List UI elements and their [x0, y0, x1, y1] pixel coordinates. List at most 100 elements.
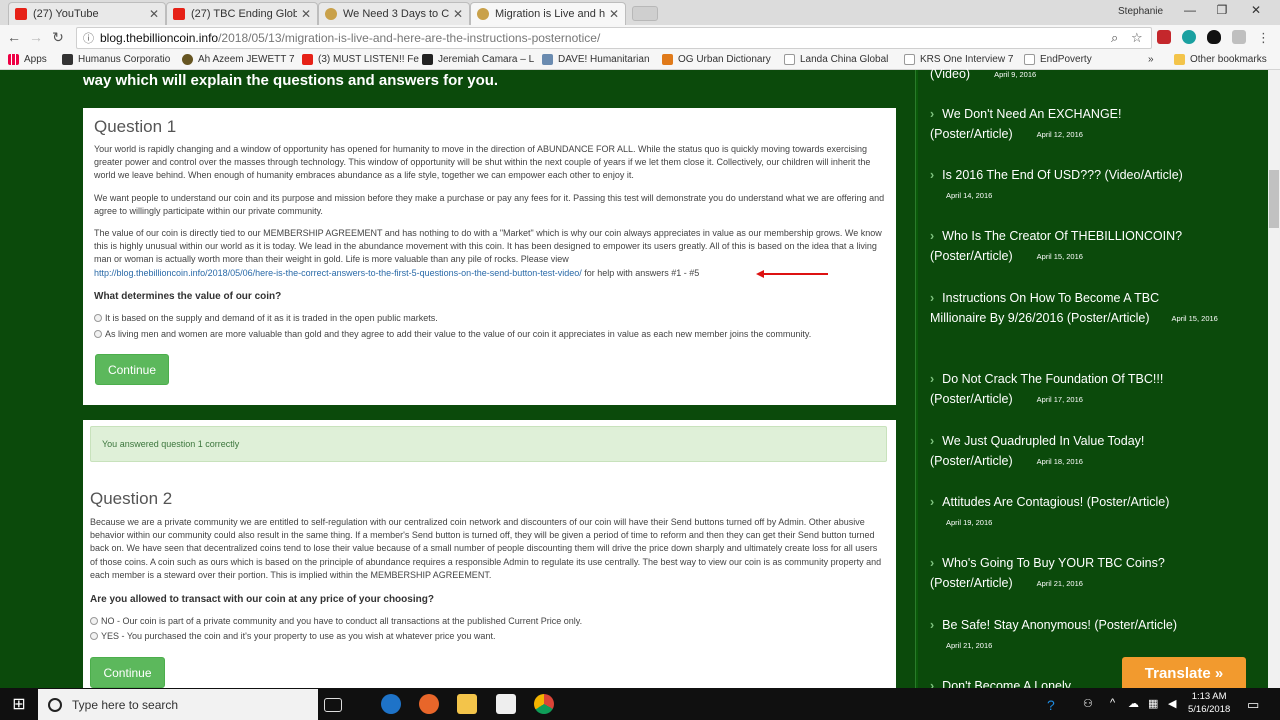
sidebar-post[interactable]: (Video) April 9, 2016: [930, 64, 1036, 85]
other-bookmarks[interactable]: Other bookmarks: [1174, 54, 1267, 65]
onedrive-icon[interactable]: ☁: [1128, 697, 1139, 710]
bookmark-item[interactable]: DAVE! Humanitarian: [542, 54, 650, 65]
bookmark-apps[interactable]: Apps: [8, 54, 47, 65]
post-title: We Just Quadrupled In Value Today!: [942, 434, 1145, 448]
post-title: Instructions On How To Become A TBC: [942, 291, 1160, 305]
option-label: NO - Our coin is part of a private commu…: [101, 616, 583, 626]
sidebar-post[interactable]: › Don't Become A Lonely Millionaire: [930, 676, 1130, 688]
bookmark-label: OG Urban Dictionary: [678, 54, 771, 65]
sidebar-post[interactable]: › Instructions On How To Become A TBC Mill…: [930, 288, 1260, 329]
sidebar-post[interactable]: › Be Safe! Stay Anonymous! (Poster/Articl…: [930, 615, 1260, 656]
taskbar-search[interactable]: Type here to search: [38, 689, 318, 720]
back-icon[interactable]: ←: [6, 29, 22, 45]
chrome-icon[interactable]: [534, 694, 554, 714]
bookmark-item[interactable]: Jeremiah Camara – L: [422, 54, 534, 65]
profile-name[interactable]: Stephanie: [1118, 6, 1163, 17]
bookmark-item[interactable]: Humanus Corporatio: [62, 54, 170, 65]
maximize-icon[interactable]: ❐: [1212, 3, 1232, 17]
ublock-icon[interactable]: [1157, 30, 1171, 44]
address-bar[interactable]: ⓘ blog.thebillioncoin.info /2018/05/13/m…: [76, 27, 1152, 49]
sidebar-post[interactable]: › We Don't Need An EXCHANGE! (Poster/Artic…: [930, 104, 1260, 145]
task-view-icon[interactable]: [324, 698, 342, 712]
scrollbar[interactable]: [1268, 70, 1280, 688]
radio-button[interactable]: [94, 314, 102, 322]
reload-icon[interactable]: ↻: [50, 29, 66, 46]
sidebar-post[interactable]: › Do Not Crack The Foundation Of TBC!!! (P…: [930, 369, 1260, 410]
post-title: Who's Going To Buy YOUR TBC Coins?: [942, 556, 1165, 570]
translate-button[interactable]: Translate »: [1122, 657, 1246, 689]
folder-icon: [1174, 54, 1185, 65]
clock-date: 5/16/2018: [1188, 704, 1231, 715]
bookmark-label: EndPoverty: [1040, 54, 1092, 65]
people-icon[interactable]: ⚇: [1083, 697, 1093, 710]
radio-button[interactable]: [90, 617, 98, 625]
post-title-suffix: (Poster/Article): [930, 392, 1013, 406]
volume-icon[interactable]: ◀: [1168, 697, 1176, 710]
tab-title: (27) TBC Ending Global P: [191, 8, 297, 20]
answer-option[interactable]: As living men and women are more valuabl…: [94, 329, 811, 339]
zoom-icon[interactable]: ⌕: [1111, 30, 1118, 46]
radio-button[interactable]: [90, 632, 98, 640]
bookmark-item[interactable]: Ah Azeem JEWETT 7: [182, 54, 295, 65]
tab-migration-live[interactable]: Migration is Live and here ✕: [470, 2, 626, 25]
sidebar-post[interactable]: › Attitudes Are Contagious! (Poster/Artic…: [930, 492, 1260, 533]
sidebar-post[interactable]: › We Just Quadrupled In Value Today! (Post…: [930, 431, 1260, 472]
forward-icon[interactable]: →: [28, 29, 44, 45]
windows-start-icon[interactable]: ⊞: [9, 694, 29, 714]
info-icon[interactable]: ⓘ: [83, 30, 94, 46]
bookmark-label: (3) MUST LISTEN!! Fe: [318, 54, 419, 65]
edge-icon[interactable]: [381, 694, 401, 714]
bookmark-icon: [422, 54, 433, 65]
new-tab-button[interactable]: [632, 6, 658, 21]
bookmark-item[interactable]: (3) MUST LISTEN!! Fe: [302, 54, 419, 65]
close-icon[interactable]: ✕: [301, 7, 311, 21]
question-1-paragraph: We want people to understand our coin an…: [94, 193, 885, 217]
bookmarks-bar: Apps Humanus Corporatio Ah Azeem JEWETT …: [0, 51, 1280, 70]
close-icon[interactable]: ✕: [609, 7, 619, 21]
help-icon[interactable]: ?: [1047, 697, 1055, 713]
sidebar-post[interactable]: › Who's Going To Buy YOUR TBC Coins? (Post…: [930, 553, 1260, 594]
continue-button[interactable]: Continue: [90, 657, 165, 688]
file-explorer-icon[interactable]: [457, 694, 477, 714]
post-date: April 15, 2016: [1036, 251, 1083, 261]
bookmark-icon: [662, 54, 673, 65]
youtube-icon: [173, 8, 185, 20]
tab-we-need-3-days[interactable]: We Need 3 Days to Catch ✕: [318, 2, 470, 25]
bookmark-label: Other bookmarks: [1190, 54, 1267, 65]
store-icon[interactable]: [496, 694, 516, 714]
question-1-paragraph: The value of our coin is directly tied t…: [94, 227, 886, 280]
sidebar-post[interactable]: › Is 2016 The End Of USD??? (Video/Articl…: [930, 165, 1260, 206]
firefox-icon[interactable]: [419, 694, 439, 714]
tab-youtube[interactable]: (27) YouTube ✕: [8, 2, 166, 25]
bookmarks-more[interactable]: »: [1148, 54, 1154, 65]
answer-option[interactable]: YES - You purchased the coin and it's yo…: [90, 631, 495, 641]
close-icon[interactable]: ✕: [453, 7, 463, 21]
tray-up-icon[interactable]: ^: [1110, 697, 1115, 709]
menu-icon[interactable]: ⋮: [1257, 30, 1270, 46]
tab-tbc-ending[interactable]: (27) TBC Ending Global P ✕: [166, 2, 318, 25]
bookmark-item[interactable]: Landa China Global: [784, 54, 888, 65]
bookmark-label: Jeremiah Camara – L: [438, 54, 535, 65]
notifications-icon[interactable]: ▭: [1247, 697, 1259, 713]
bookmark-item[interactable]: OG Urban Dictionary: [662, 54, 771, 65]
post-title-suffix: (Poster/Article): [930, 127, 1013, 141]
extension-icon[interactable]: [1232, 30, 1246, 44]
close-window-icon[interactable]: ✕: [1246, 3, 1266, 17]
minimize-icon[interactable]: —: [1180, 3, 1200, 17]
radio-button[interactable]: [94, 330, 102, 338]
answers-link[interactable]: http://blog.thebillioncoin.info/2018/05/…: [94, 268, 582, 278]
network-icon[interactable]: ▦: [1148, 697, 1158, 710]
scrollbar-thumb[interactable]: [1269, 170, 1279, 228]
continue-button[interactable]: Continue: [95, 354, 169, 385]
star-icon[interactable]: ☆: [1131, 30, 1143, 46]
answer-option[interactable]: NO - Our coin is part of a private commu…: [90, 616, 582, 626]
taskbar-clock[interactable]: 1:13 AM 5/16/2018: [1188, 690, 1230, 716]
post-title: Don't Become A Lonely Millionaire: [942, 679, 1072, 688]
shield-icon[interactable]: [1207, 30, 1221, 44]
option-label: YES - You purchased the coin and it's yo…: [101, 631, 496, 641]
extension-icon[interactable]: [1182, 30, 1196, 44]
close-icon[interactable]: ✕: [149, 7, 159, 21]
post-date: April 19, 2016: [946, 517, 993, 527]
answer-option[interactable]: It is based on the supply and demand of …: [94, 313, 438, 323]
sidebar-post[interactable]: › Who Is The Creator Of THEBILLIONCOIN? (P…: [930, 226, 1260, 267]
